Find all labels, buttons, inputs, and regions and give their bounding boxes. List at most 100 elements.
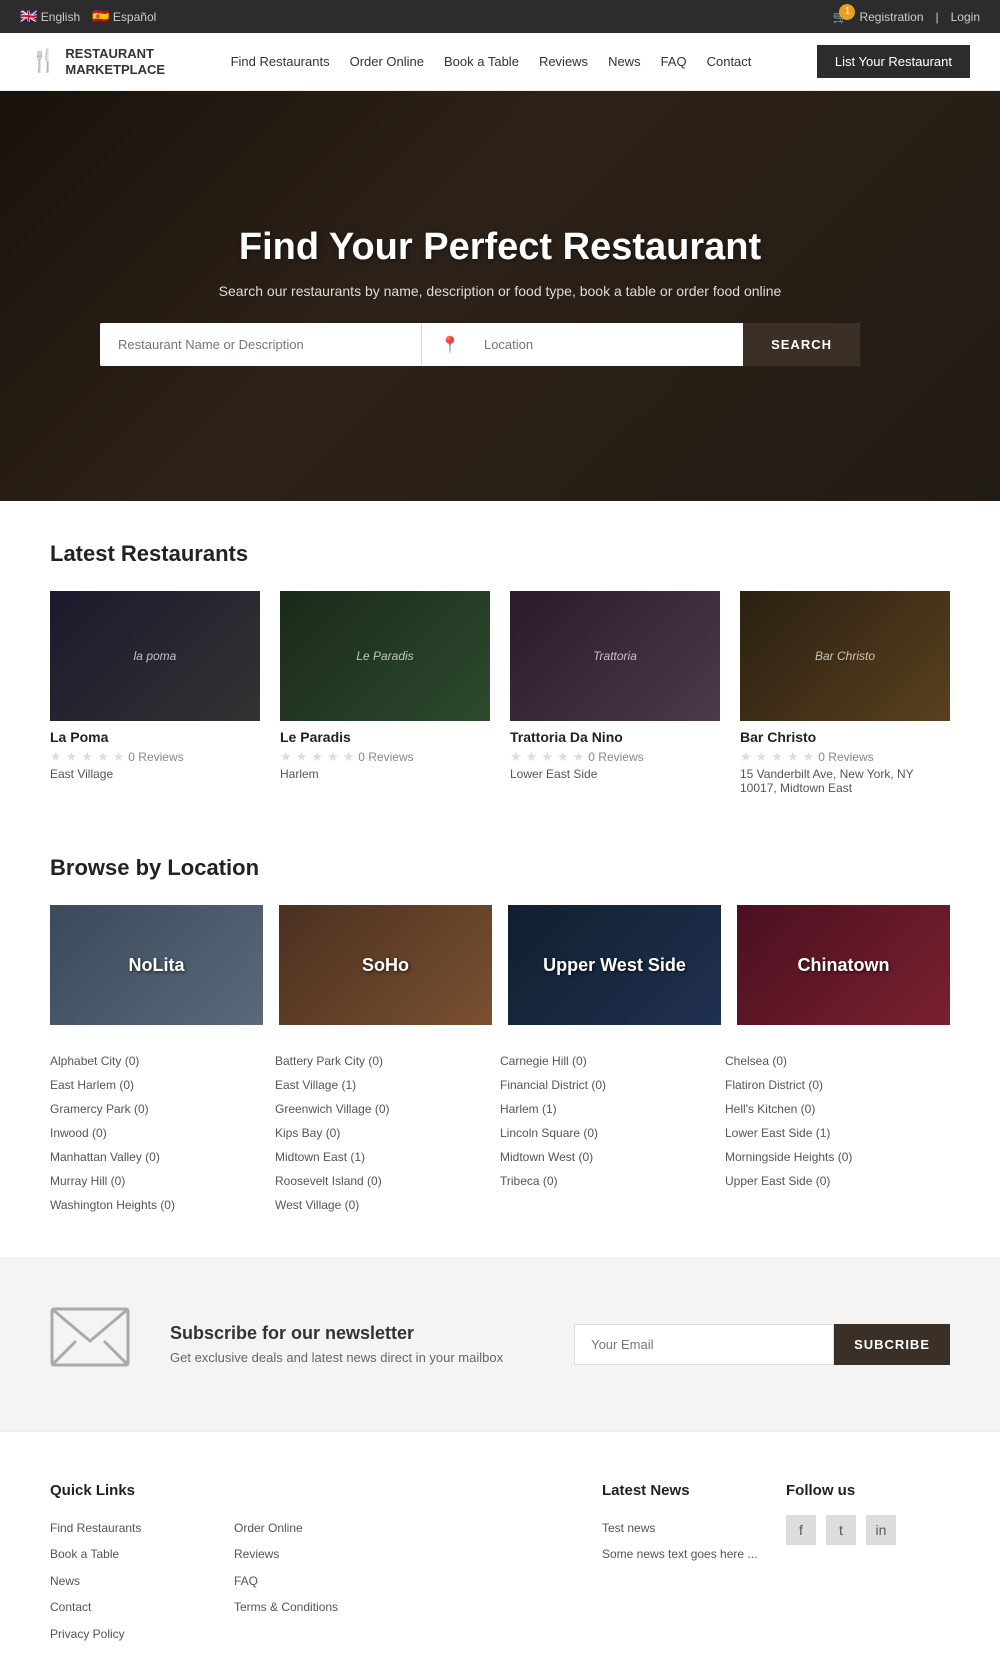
nav-book[interactable]: Book a Table bbox=[444, 54, 519, 69]
loc-link[interactable]: Kips Bay (0) bbox=[275, 1121, 500, 1145]
footer-quicklinks-col1: Quick Links Find Restaurants Book a Tabl… bbox=[50, 1482, 214, 1647]
restaurant-image-barchristo: Bar Christo bbox=[740, 591, 950, 721]
newsletter-email-input[interactable] bbox=[574, 1324, 834, 1365]
footer-news-item-1[interactable]: Test news bbox=[602, 1515, 766, 1541]
location-input[interactable] bbox=[466, 323, 725, 366]
rating-stars: ★ ★ ★ ★ ★ 0 Reviews bbox=[280, 749, 490, 765]
location-label-nolita: NoLita bbox=[50, 905, 263, 1025]
loc-link[interactable]: Morningside Heights (0) bbox=[725, 1145, 950, 1169]
restaurant-location: Harlem bbox=[280, 767, 490, 781]
rating-stars: ★ ★ ★ ★ ★ 0 Reviews bbox=[740, 749, 950, 765]
list-restaurant-button[interactable]: List Your Restaurant bbox=[817, 45, 970, 78]
logo-line1: RESTAURANT bbox=[65, 46, 165, 62]
nav-faq[interactable]: FAQ bbox=[661, 54, 687, 69]
loc-link[interactable]: Midtown East (1) bbox=[275, 1145, 500, 1169]
loc-link[interactable]: Hell's Kitchen (0) bbox=[725, 1097, 950, 1121]
loc-link[interactable]: East Harlem (0) bbox=[50, 1073, 275, 1097]
footer-link-news[interactable]: News bbox=[50, 1568, 214, 1594]
footer: Quick Links Find Restaurants Book a Tabl… bbox=[0, 1431, 1000, 1677]
footer-link-book[interactable]: Book a Table bbox=[50, 1541, 214, 1567]
login-link[interactable]: Login bbox=[951, 10, 980, 24]
footer-link-faq[interactable]: FAQ bbox=[234, 1568, 398, 1594]
footer-link-privacy[interactable]: Privacy Policy bbox=[50, 1621, 214, 1647]
footer-link-find[interactable]: Find Restaurants bbox=[50, 1515, 214, 1541]
location-card-nolita[interactable]: NoLita bbox=[50, 905, 263, 1025]
loc-link[interactable]: Midtown West (0) bbox=[500, 1145, 725, 1169]
twitter-icon[interactable]: t bbox=[826, 1515, 856, 1545]
restaurant-image-lapoma: la poma bbox=[50, 591, 260, 721]
nav-news[interactable]: News bbox=[608, 54, 641, 69]
logo-icon: 🍴 bbox=[30, 48, 57, 74]
loc-link[interactable]: Lower East Side (1) bbox=[725, 1121, 950, 1145]
loc-link[interactable]: Lincoln Square (0) bbox=[500, 1121, 725, 1145]
footer-grid: Quick Links Find Restaurants Book a Tabl… bbox=[50, 1482, 950, 1647]
instagram-icon[interactable]: in bbox=[866, 1515, 896, 1545]
loc-link[interactable]: East Village (1) bbox=[275, 1073, 500, 1097]
loc-link[interactable]: Alphabet City (0) bbox=[50, 1049, 275, 1073]
footer-follow-col: Follow us f t in bbox=[786, 1482, 950, 1647]
newsletter-desc: Get exclusive deals and latest news dire… bbox=[170, 1350, 534, 1365]
lang-es[interactable]: 🇪🇸 Español bbox=[92, 8, 156, 25]
loc-link[interactable]: West Village (0) bbox=[275, 1193, 500, 1217]
restaurant-card-trattoria[interactable]: Trattoria Trattoria Da Nino ★ ★ ★ ★ ★ 0 … bbox=[510, 591, 720, 795]
loc-link[interactable]: Roosevelt Island (0) bbox=[275, 1169, 500, 1193]
location-card-soho[interactable]: SoHo bbox=[279, 905, 492, 1025]
loc-link[interactable]: Chelsea (0) bbox=[725, 1049, 950, 1073]
footer-link-terms[interactable]: Terms & Conditions bbox=[234, 1594, 398, 1620]
restaurant-card-leparadis[interactable]: Le Paradis Le Paradis ★ ★ ★ ★ ★ 0 Review… bbox=[280, 591, 490, 795]
restaurant-name: La Poma bbox=[50, 729, 260, 745]
footer-link-reviews[interactable]: Reviews bbox=[234, 1541, 398, 1567]
loc-link[interactable]: Tribeca (0) bbox=[500, 1169, 725, 1193]
restaurant-name: Trattoria Da Nino bbox=[510, 729, 720, 745]
nav-reviews[interactable]: Reviews bbox=[539, 54, 588, 69]
location-label-soho: SoHo bbox=[279, 905, 492, 1025]
logo[interactable]: 🍴 RESTAURANT MARKETPLACE bbox=[30, 46, 165, 77]
loc-link[interactable]: Financial District (0) bbox=[500, 1073, 725, 1097]
cart-icon[interactable]: 🛒 1 bbox=[833, 10, 848, 24]
footer-link-contact[interactable]: Contact bbox=[50, 1594, 214, 1620]
location-card-upperwest[interactable]: Upper West Side bbox=[508, 905, 721, 1025]
footer-quicklinks-col2: . Order Online Reviews FAQ Terms & Condi… bbox=[234, 1482, 398, 1647]
newsletter-form: SUBCRIBE bbox=[574, 1324, 950, 1365]
loc-link[interactable]: Carnegie Hill (0) bbox=[500, 1049, 725, 1073]
loc-link[interactable]: Manhattan Valley (0) bbox=[50, 1145, 275, 1169]
footer-spacer bbox=[418, 1482, 582, 1647]
facebook-icon[interactable]: f bbox=[786, 1515, 816, 1545]
reviews-count: 0 Reviews bbox=[818, 750, 873, 764]
footer-follow-title: Follow us bbox=[786, 1482, 950, 1499]
top-bar-right: 🛒 1 Registration | Login bbox=[833, 10, 980, 24]
loc-link[interactable]: Harlem (1) bbox=[500, 1097, 725, 1121]
restaurant-image-trattoria: Trattoria bbox=[510, 591, 720, 721]
location-card-chinatown[interactable]: Chinatown bbox=[737, 905, 950, 1025]
hero-title: Find Your Perfect Restaurant bbox=[100, 226, 900, 269]
restaurant-card-barchristo[interactable]: Bar Christo Bar Christo ★ ★ ★ ★ ★ 0 Revi… bbox=[740, 591, 950, 795]
hero-subtitle: Search our restaurants by name, descript… bbox=[100, 283, 900, 299]
loc-link[interactable]: Inwood (0) bbox=[50, 1121, 275, 1145]
nav-order[interactable]: Order Online bbox=[350, 54, 424, 69]
subscribe-button[interactable]: SUBCRIBE bbox=[834, 1324, 950, 1365]
lang-en[interactable]: 🇬🇧 English bbox=[20, 8, 80, 25]
hero-content: Find Your Perfect Restaurant Search our … bbox=[100, 226, 900, 366]
nav-find[interactable]: Find Restaurants bbox=[231, 54, 330, 69]
language-selector: 🇬🇧 English 🇪🇸 Español bbox=[20, 8, 156, 25]
nav-contact[interactable]: Contact bbox=[707, 54, 752, 69]
loc-link[interactable]: Washington Heights (0) bbox=[50, 1193, 275, 1217]
loc-link[interactable]: Greenwich Village (0) bbox=[275, 1097, 500, 1121]
search-button[interactable]: SEARCH bbox=[743, 323, 860, 366]
restaurant-location: East Village bbox=[50, 767, 260, 781]
rating-stars: ★ ★ ★ ★ ★ 0 Reviews bbox=[50, 749, 260, 765]
loc-link[interactable]: Upper East Side (0) bbox=[725, 1169, 950, 1193]
loc-link[interactable]: Flatiron District (0) bbox=[725, 1073, 950, 1097]
footer-news-item-2[interactable]: Some news text goes here ... bbox=[602, 1541, 766, 1567]
location-label-upperwest: Upper West Side bbox=[508, 905, 721, 1025]
location-col-3: Carnegie Hill (0) Financial District (0)… bbox=[500, 1049, 725, 1217]
loc-link[interactable]: Murray Hill (0) bbox=[50, 1169, 275, 1193]
register-link[interactable]: Registration bbox=[859, 10, 923, 24]
footer-link-order[interactable]: Order Online bbox=[234, 1515, 398, 1541]
rating-stars: ★ ★ ★ ★ ★ 0 Reviews bbox=[510, 749, 720, 765]
top-bar: 🇬🇧 English 🇪🇸 Español 🛒 1 Registration |… bbox=[0, 0, 1000, 33]
loc-link[interactable]: Gramercy Park (0) bbox=[50, 1097, 275, 1121]
search-input[interactable] bbox=[100, 323, 421, 366]
loc-link[interactable]: Battery Park City (0) bbox=[275, 1049, 500, 1073]
restaurant-card-lapoma[interactable]: la poma La Poma ★ ★ ★ ★ ★ 0 Reviews East… bbox=[50, 591, 260, 795]
